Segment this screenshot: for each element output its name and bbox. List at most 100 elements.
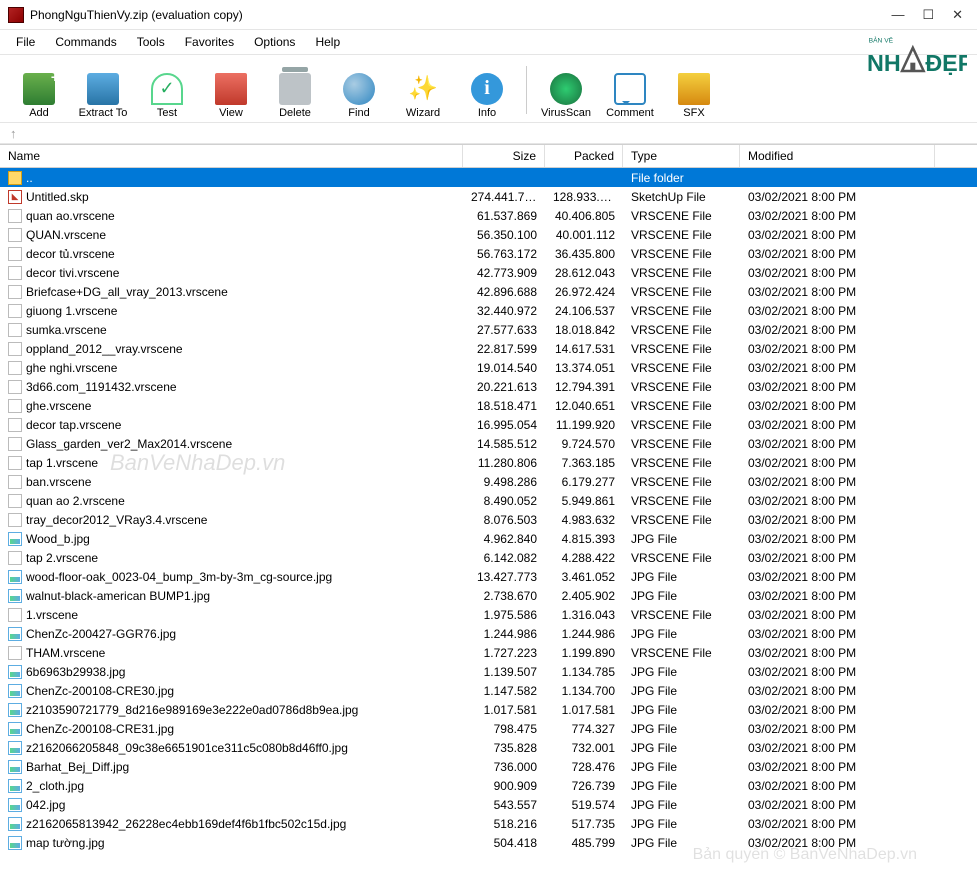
file-type: VRSCENE File [623,285,740,299]
breadcrumb[interactable]: ↑ [0,122,977,144]
toolbar-sfx[interactable]: SFX [663,59,725,121]
table-row[interactable]: giuong 1.vrscene32.440.97224.106.537VRSC… [0,301,977,320]
maximize-button[interactable]: ☐ [922,7,934,23]
file-name: tray_decor2012_VRay3.4.vrscene [26,513,207,527]
table-row[interactable]: Untitled.skp274.441.745128.933.302Sketch… [0,187,977,206]
file-type: JPG File [623,760,740,774]
test-icon [151,73,183,105]
file-type: VRSCENE File [623,247,740,261]
table-row[interactable]: ghe nghi.vrscene19.014.54013.374.051VRSC… [0,358,977,377]
table-row[interactable]: Briefcase+DG_all_vray_2013.vrscene42.896… [0,282,977,301]
table-row[interactable]: z2162065813942_26228ec4ebb169def4f6b1fbc… [0,814,977,833]
file-name: Briefcase+DG_all_vray_2013.vrscene [26,285,228,299]
menu-tools[interactable]: Tools [127,32,175,52]
menu-commands[interactable]: Commands [45,32,126,52]
file-modified: 03/02/2021 8:00 PM [740,722,935,736]
file-list[interactable]: ..File folderUntitled.skp274.441.745128.… [0,168,977,880]
menu-favorites[interactable]: Favorites [175,32,244,52]
sfx-icon [678,73,710,105]
table-row[interactable]: 2_cloth.jpg900.909726.739JPG File03/02/2… [0,776,977,795]
table-row[interactable]: oppland_2012__vray.vrscene22.817.59914.6… [0,339,977,358]
file-size: 8.490.052 [463,494,545,508]
table-row[interactable]: ChenZc-200427-GGR76.jpg1.244.9861.244.98… [0,624,977,643]
table-row[interactable]: Glass_garden_ver2_Max2014.vrscene14.585.… [0,434,977,453]
table-row[interactable]: THAM.vrscene1.727.2231.199.890VRSCENE Fi… [0,643,977,662]
file-icon [8,494,22,508]
table-row[interactable]: 3d66.com_1191432.vrscene20.221.61312.794… [0,377,977,396]
up-icon[interactable]: ↑ [10,126,17,141]
table-row[interactable]: wood-floor-oak_0023-04_bump_3m-by-3m_cg-… [0,567,977,586]
toolbar-virusscan[interactable]: VirusScan [535,59,597,121]
file-modified: 03/02/2021 8:00 PM [740,209,935,223]
toolbar-view[interactable]: View [200,59,262,121]
file-modified: 03/02/2021 8:00 PM [740,266,935,280]
table-row[interactable]: z2103590721779_8d216e989169e3e222e0ad078… [0,700,977,719]
table-row[interactable]: tap 1.vrscene11.280.8067.363.185VRSCENE … [0,453,977,472]
table-row[interactable]: decor tivi.vrscene42.773.90928.612.043VR… [0,263,977,282]
menu-file[interactable]: File [6,32,45,52]
menu-help[interactable]: Help [305,32,350,52]
menu-options[interactable]: Options [244,32,305,52]
file-icon [8,589,22,603]
file-icon [8,551,22,565]
table-row[interactable]: Barhat_Bej_Diff.jpg736.000728.476JPG Fil… [0,757,977,776]
file-icon [8,703,22,717]
file-modified: 03/02/2021 8:00 PM [740,779,935,793]
parent-folder-row[interactable]: ..File folder [0,168,977,187]
file-name: Untitled.skp [26,190,89,204]
table-row[interactable]: QUAN.vrscene56.350.10040.001.112VRSCENE … [0,225,977,244]
table-row[interactable]: 6b6963b29938.jpg1.139.5071.134.785JPG Fi… [0,662,977,681]
toolbar-find[interactable]: Find [328,59,390,121]
table-row[interactable]: Wood_b.jpg4.962.8404.815.393JPG File03/0… [0,529,977,548]
toolbar-info[interactable]: Info [456,59,518,121]
toolbar-comment[interactable]: Comment [599,59,661,121]
toolbar-delete[interactable]: Delete [264,59,326,121]
file-name: ChenZc-200108-CRE31.jpg [26,722,174,736]
table-row[interactable]: tray_decor2012_VRay3.4.vrscene8.076.5034… [0,510,977,529]
file-size: 14.585.512 [463,437,545,451]
file-modified: 03/02/2021 8:00 PM [740,456,935,470]
table-row[interactable]: ChenZc-200108-CRE31.jpg798.475774.327JPG… [0,719,977,738]
table-row[interactable]: quan ao.vrscene61.537.86940.406.805VRSCE… [0,206,977,225]
file-size: 1.147.582 [463,684,545,698]
table-row[interactable]: walnut-black-american BUMP1.jpg2.738.670… [0,586,977,605]
file-size: 1.975.586 [463,608,545,622]
col-type[interactable]: Type [623,145,740,167]
table-row[interactable]: tap 2.vrscene6.142.0824.288.422VRSCENE F… [0,548,977,567]
file-size: 6.142.082 [463,551,545,565]
col-modified[interactable]: Modified [740,145,935,167]
table-row[interactable]: decor tủ.vrscene56.763.17236.435.800VRSC… [0,244,977,263]
minimize-button[interactable]: — [891,7,904,23]
table-row[interactable]: ghe.vrscene18.518.47112.040.651VRSCENE F… [0,396,977,415]
col-name[interactable]: Name [0,145,463,167]
folder-icon [8,171,22,185]
col-size[interactable]: Size [463,145,545,167]
col-packed[interactable]: Packed [545,145,623,167]
table-row[interactable]: z2162066205848_09c38e6651901ce311c5c080b… [0,738,977,757]
file-size: 1.139.507 [463,665,545,679]
file-size: 42.773.909 [463,266,545,280]
toolbar-wizard[interactable]: ✨Wizard [392,59,454,121]
close-button[interactable]: ✕ [952,7,963,23]
file-icon [8,209,22,223]
file-packed: 36.435.800 [545,247,623,261]
file-modified: 03/02/2021 8:00 PM [740,817,935,831]
file-size: 504.418 [463,836,545,850]
file-size: 2.738.670 [463,589,545,603]
toolbar-add[interactable]: Add [8,59,70,121]
table-row[interactable]: quan ao 2.vrscene8.490.0525.949.861VRSCE… [0,491,977,510]
file-size: 543.557 [463,798,545,812]
file-type: JPG File [623,570,740,584]
file-modified: 03/02/2021 8:00 PM [740,741,935,755]
table-row[interactable]: ban.vrscene9.498.2866.179.277VRSCENE Fil… [0,472,977,491]
toolbar-extract-to[interactable]: Extract To [72,59,134,121]
table-row[interactable]: decor tap.vrscene16.995.05411.199.920VRS… [0,415,977,434]
table-row[interactable]: map tường.jpg504.418485.799JPG File03/02… [0,833,977,852]
file-name: 3d66.com_1191432.vrscene [26,380,177,394]
file-name: ChenZc-200108-CRE30.jpg [26,684,174,698]
table-row[interactable]: sumka.vrscene27.577.63318.018.842VRSCENE… [0,320,977,339]
table-row[interactable]: 1.vrscene1.975.5861.316.043VRSCENE File0… [0,605,977,624]
toolbar-test[interactable]: Test [136,59,198,121]
table-row[interactable]: ChenZc-200108-CRE30.jpg1.147.5821.134.70… [0,681,977,700]
table-row[interactable]: 042.jpg543.557519.574JPG File03/02/2021 … [0,795,977,814]
